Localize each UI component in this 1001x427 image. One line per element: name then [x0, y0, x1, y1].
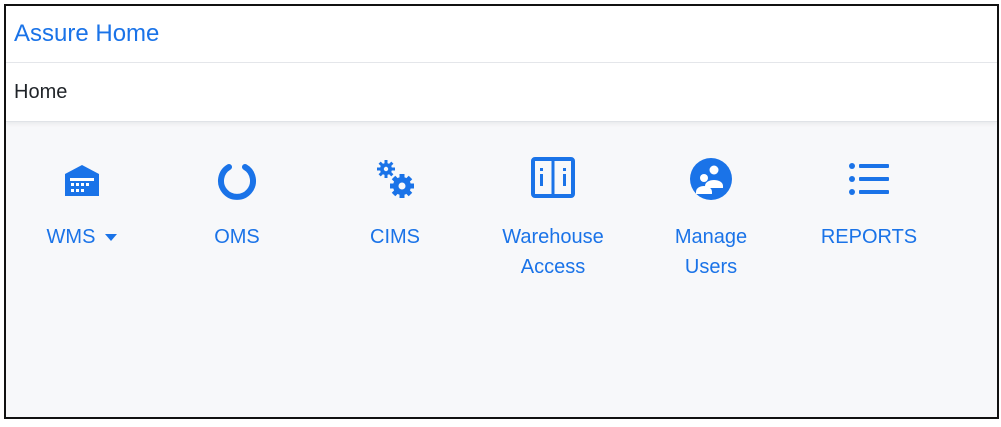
tile-wms-label: WMS — [46, 226, 96, 248]
app-title-link[interactable]: Assure Home — [14, 20, 159, 48]
tile-oms[interactable]: OMS — [167, 156, 307, 252]
tile-warehouse-access[interactable]: Warehouse Access — [483, 156, 623, 282]
tile-warehouse-access-label-line2: Access — [520, 256, 586, 278]
tile-manage-users-label-line2: Users — [684, 256, 738, 278]
users-circle-icon — [686, 156, 736, 202]
breadcrumb: Home — [6, 63, 997, 122]
tile-reports[interactable]: REPORTS — [799, 156, 939, 252]
caret-down-icon — [105, 234, 118, 242]
circle-notch-icon — [212, 156, 262, 202]
cogs-icon — [370, 156, 420, 202]
tile-reports-label: REPORTS — [820, 226, 918, 248]
tile-warehouse-access-label-line1: Warehouse — [502, 226, 604, 248]
tile-manage-users-label-line1: Manage — [674, 226, 748, 248]
app-window: Assure Home Home WMS OMS CIMS Warehouse … — [4, 4, 999, 419]
cabinet-icon — [528, 156, 578, 202]
breadcrumb-home: Home — [14, 80, 68, 103]
warehouse-icon — [57, 156, 107, 202]
tile-manage-users[interactable]: Manage Users — [641, 156, 781, 282]
tile-cims-label: CIMS — [370, 226, 420, 248]
app-header: Assure Home — [6, 6, 997, 63]
list-icon — [844, 156, 894, 202]
tile-oms-label: OMS — [214, 226, 260, 248]
tile-wms[interactable]: WMS — [12, 156, 152, 252]
tile-cims[interactable]: CIMS — [325, 156, 465, 252]
